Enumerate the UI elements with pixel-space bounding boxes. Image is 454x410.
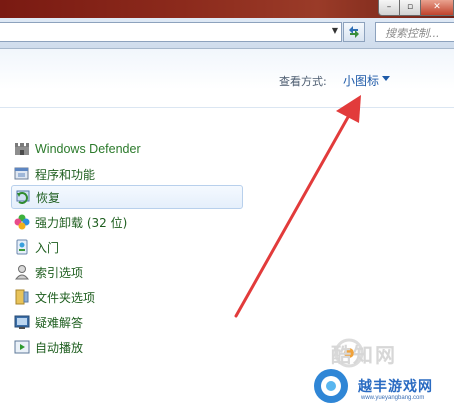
item-label: 恢复: [36, 190, 61, 205]
watermark-url: www.yueyangbang.com: [361, 395, 425, 401]
clover-icon: [14, 214, 30, 230]
watermark-text: 酷知网: [331, 343, 397, 367]
indexing-icon: [14, 264, 30, 280]
troubleshooting-icon: [14, 314, 30, 330]
item-troubleshooting[interactable]: 疑难解答: [13, 310, 243, 334]
item-label: Windows Defender: [35, 142, 141, 156]
item-label: 强力卸载 (32 位): [35, 215, 128, 230]
item-label: 程序和功能: [35, 167, 96, 182]
watermark-secondary-logo: [314, 369, 348, 403]
item-power-uninstall[interactable]: 强力卸载 (32 位): [13, 210, 243, 234]
watermark-secondary-text: 越丰游戏网: [358, 379, 433, 395]
item-indexing-options[interactable]: 索引选项: [13, 260, 243, 284]
castle-icon: [14, 141, 30, 157]
autoplay-icon: [14, 339, 30, 355]
recovery-icon: [15, 189, 31, 205]
item-programs-features[interactable]: 程序和功能: [13, 162, 243, 186]
item-label: 索引选项: [35, 265, 84, 280]
folder-options-icon: [14, 289, 30, 305]
item-folder-options[interactable]: 文件夹选项: [13, 285, 243, 309]
getting-started-icon: [14, 239, 30, 255]
item-recovery[interactable]: 恢复: [11, 185, 243, 209]
item-label: 自动播放: [35, 340, 84, 355]
item-getting-started[interactable]: 入门: [13, 235, 243, 259]
item-label: 文件夹选项: [35, 290, 96, 305]
item-windows-defender[interactable]: Windows Defender: [13, 137, 243, 161]
item-label: 疑难解答: [35, 315, 84, 330]
item-label: 入门: [35, 240, 60, 255]
item-autoplay[interactable]: 自动播放: [13, 335, 243, 359]
programs-icon: [14, 166, 30, 182]
